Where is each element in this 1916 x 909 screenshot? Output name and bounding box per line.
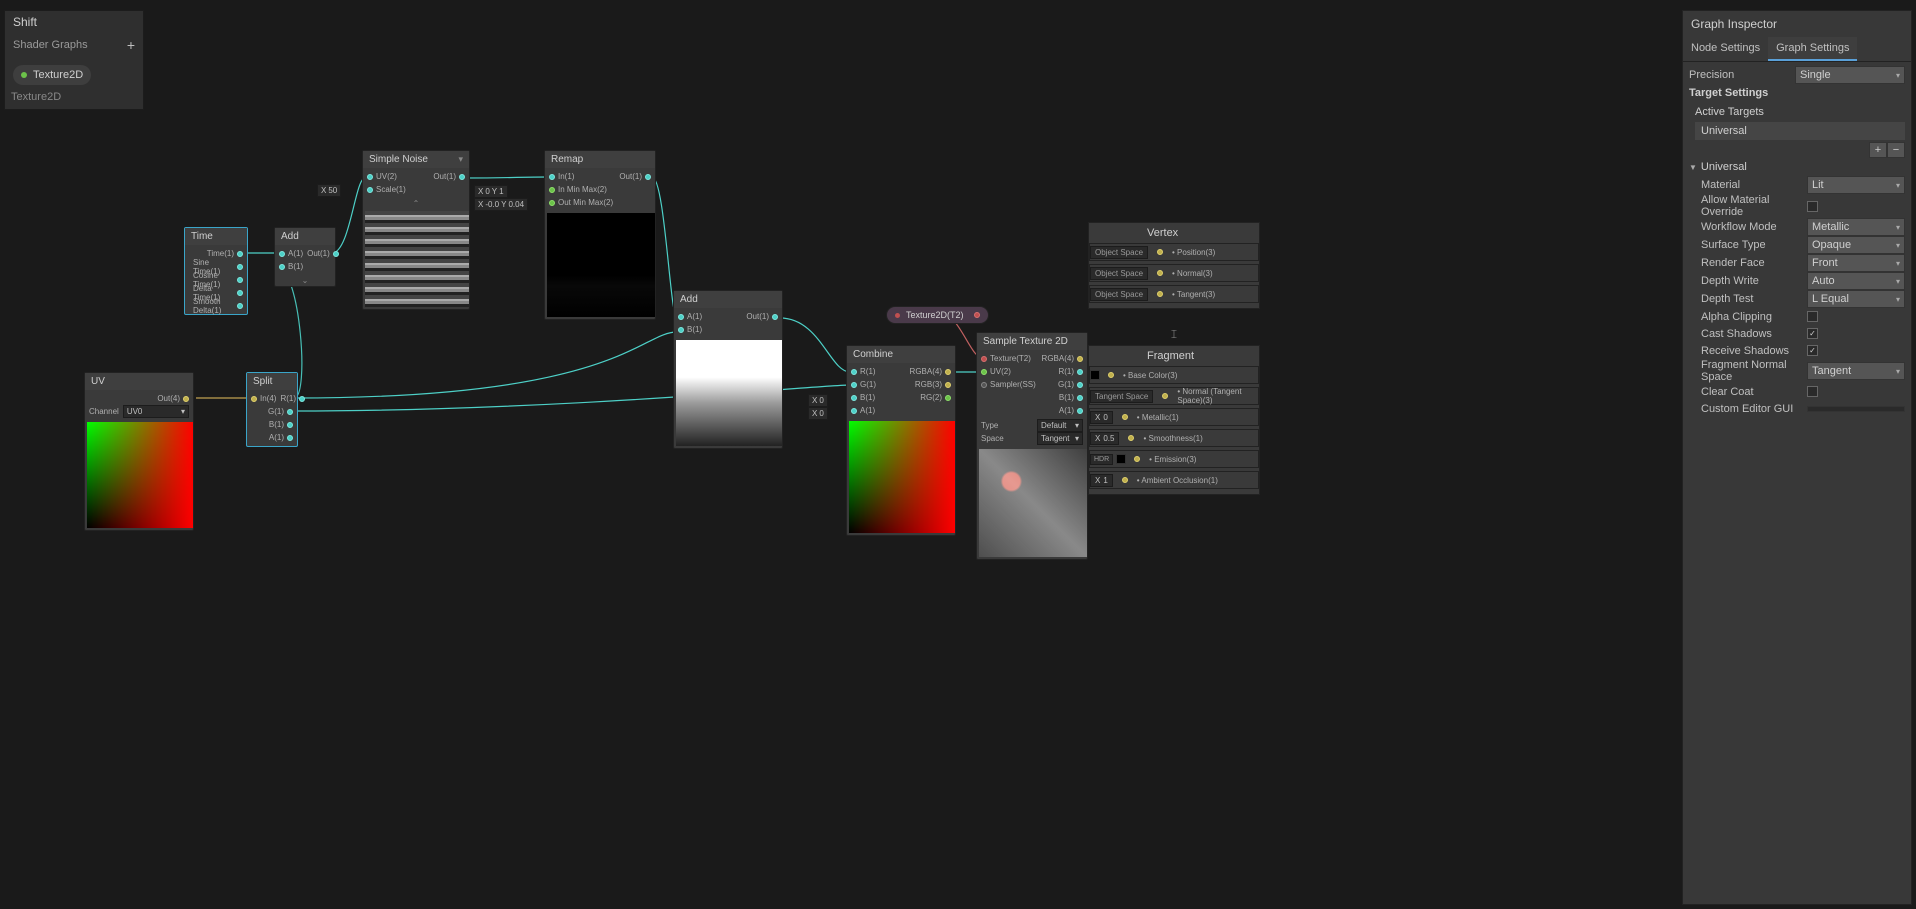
fragment-input-row[interactable]: Tangent Space• Normal (Tangent Space)(3) (1089, 387, 1259, 405)
master-stack: Vertex Object Space• Position(3) Object S… (1088, 222, 1260, 495)
vertex-input-row[interactable]: Object Space• Normal(3) (1089, 264, 1259, 282)
noise-preview (365, 211, 469, 307)
node-uv[interactable]: UV Out(4) Channel UV0▾ (84, 372, 194, 531)
port-in[interactable] (251, 396, 257, 402)
inspector-checkbox[interactable] (1807, 311, 1818, 322)
inspector-textfield[interactable] (1807, 406, 1905, 412)
combine-a-field[interactable]: X0 (808, 407, 828, 420)
chevron-down-icon[interactable]: ▾ (458, 154, 463, 165)
inspector-row: Depth WriteAuto▾ (1701, 272, 1905, 290)
blackboard-category: Shader Graphs (13, 39, 88, 51)
precision-dropdown[interactable]: Single▾ (1795, 66, 1905, 84)
active-target-item[interactable]: Universal (1695, 122, 1905, 140)
dot-icon (21, 72, 27, 78)
inspector-row: Alpha Clipping (1701, 308, 1905, 325)
combine-b-field[interactable]: X0 (808, 394, 828, 407)
inspector-row: Custom Editor GUI (1701, 400, 1905, 417)
tab-node-settings[interactable]: Node Settings (1683, 37, 1768, 61)
inspector-dropdown[interactable]: Metallic▾ (1807, 218, 1905, 236)
node-split[interactable]: Split In(4)R(1) G(1) B(1) A(1) (246, 372, 298, 447)
inspector-checkbox[interactable] (1807, 386, 1818, 397)
inspector-row: Workflow ModeMetallic▾ (1701, 218, 1905, 236)
vertex-input-row[interactable]: Object Space• Tangent(3) (1089, 285, 1259, 303)
remove-target-button[interactable]: − (1887, 142, 1905, 158)
port-out[interactable] (183, 396, 189, 402)
inspector-row: Depth TestL Equal▾ (1701, 290, 1905, 308)
remap-outmin-field[interactable]: X-0.0Y0.04 (474, 198, 528, 211)
sample-preview (979, 449, 1087, 557)
collapse-toggle[interactable]: ⌃ (363, 198, 469, 209)
property-type: Texture2D (11, 91, 61, 103)
inspector-dropdown[interactable]: Auto▾ (1807, 272, 1905, 290)
inspector-row: Cast Shadows✓ (1701, 325, 1905, 342)
fragment-input-row[interactable]: X1• Ambient Occlusion(1) (1089, 471, 1259, 489)
inspector-dropdown[interactable]: Opaque▾ (1807, 236, 1905, 254)
inspector-dropdown[interactable]: L Equal▾ (1807, 290, 1905, 308)
inspector-row: Allow Material Override (1701, 194, 1905, 218)
sample-type-dropdown[interactable]: Default▾ (1037, 419, 1083, 432)
node-property-texture2d[interactable]: Texture2D(T2) (886, 306, 989, 324)
uv-preview (87, 422, 193, 528)
blackboard-panel[interactable]: Shift Shader Graphs + Texture2D Texture2… (4, 10, 144, 110)
add-target-button[interactable]: + (1869, 142, 1887, 158)
inspector-title: Graph Inspector (1683, 11, 1911, 37)
noise-scale-field[interactable]: X50 (317, 184, 341, 197)
node-simple-noise[interactable]: Simple Noise▾ UV(2)Out(1) Scale(1) ⌃ (362, 150, 470, 310)
cursor-icon: 𝙸 (1170, 327, 1178, 342)
node-sample-texture-2d[interactable]: Sample Texture 2D Texture(T2)RGBA(4) UV(… (976, 332, 1088, 560)
chevron-down-icon: ▾ (181, 407, 185, 416)
inspector-checkbox[interactable]: ✓ (1807, 345, 1818, 356)
inspector-row: Clear Coat (1701, 383, 1905, 400)
tab-graph-settings[interactable]: Graph Settings (1768, 37, 1857, 61)
node-combine[interactable]: Combine R(1)RGBA(4) G(1)RGB(3) B(1)RG(2)… (846, 345, 956, 536)
triangle-down-icon: ▼ (1689, 163, 1697, 172)
node-add-2[interactable]: Add A(1)Out(1) B(1) (673, 290, 783, 449)
inspector-dropdown[interactable]: Front▾ (1807, 254, 1905, 272)
inspector-row: MaterialLit▾ (1701, 176, 1905, 194)
inspector-row: Render FaceFront▾ (1701, 254, 1905, 272)
fragment-input-row[interactable]: X0.5• Smoothness(1) (1089, 429, 1259, 447)
fragment-input-row[interactable]: • Base Color(3) (1089, 366, 1259, 384)
add2-preview (676, 340, 782, 446)
universal-foldout[interactable]: ▼Universal (1689, 158, 1905, 176)
collapse-toggle[interactable]: ⌄ (275, 275, 335, 286)
graph-edges (0, 0, 1916, 909)
inspector-checkbox[interactable]: ✓ (1807, 328, 1818, 339)
remap-inmin-field[interactable]: X0Y1 (474, 185, 508, 198)
add-property-button[interactable]: + (127, 37, 135, 53)
uv-channel-dropdown[interactable]: UV0▾ (123, 405, 189, 418)
blackboard-title: Shift (5, 11, 143, 33)
combine-preview (849, 421, 955, 533)
sample-space-dropdown[interactable]: Tangent▾ (1037, 432, 1083, 445)
inspector-checkbox[interactable] (1807, 201, 1818, 212)
inspector-dropdown[interactable]: Tangent▾ (1807, 362, 1905, 380)
inspector-dropdown[interactable]: Lit▾ (1807, 176, 1905, 194)
fragment-input-row[interactable]: HDR• Emission(3) (1089, 450, 1259, 468)
vertex-title: Vertex (1089, 223, 1259, 243)
fragment-title: Fragment (1089, 346, 1259, 366)
property-chip-texture2d[interactable]: Texture2D (13, 65, 91, 85)
inspector-row: Receive Shadows✓ (1701, 342, 1905, 359)
inspector-row: Fragment Normal SpaceTangent▾ (1701, 359, 1905, 383)
node-remap[interactable]: Remap In(1)Out(1) In Min Max(2) Out Min … (544, 150, 656, 320)
graph-inspector-panel[interactable]: Graph Inspector Node Settings Graph Sett… (1682, 10, 1912, 905)
dot-icon (895, 313, 900, 318)
blackboard-category-row: Shader Graphs + (5, 33, 143, 57)
node-add-1[interactable]: Add A(1)Out(1) B(1) ⌄ (274, 227, 336, 287)
node-title: UV (85, 373, 193, 390)
node-time[interactable]: Time Time(1)Sine Time(1)Cosine Time(1)De… (184, 227, 248, 315)
inspector-row: Surface TypeOpaque▾ (1701, 236, 1905, 254)
time-output-port: Smooth Delta(1) (189, 299, 243, 312)
property-name: Texture2D (33, 69, 83, 81)
remap-preview (547, 213, 655, 317)
port-out[interactable] (974, 312, 980, 318)
chevron-down-icon: ▾ (1896, 71, 1900, 80)
fragment-input-row[interactable]: X0• Metallic(1) (1089, 408, 1259, 426)
vertex-input-row[interactable]: Object Space• Position(3) (1089, 243, 1259, 261)
